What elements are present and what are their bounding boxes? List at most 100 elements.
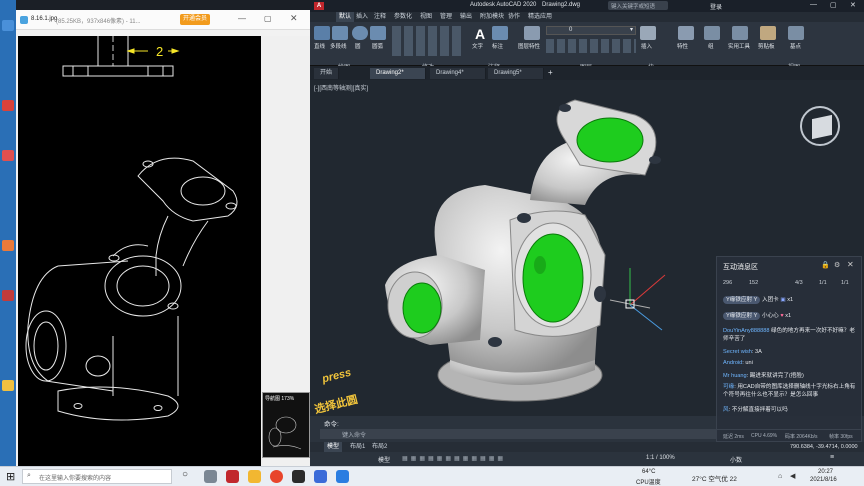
vip-button[interactable]: 开通会员 — [180, 14, 211, 25]
close-icon[interactable]: ✕ — [850, 1, 856, 9]
viewcube-compass[interactable] — [800, 106, 840, 146]
insert-block-icon[interactable] — [640, 26, 656, 40]
layer-dropdown[interactable]: 0 ▾ — [546, 26, 636, 35]
taskbar-app-icon[interactable] — [204, 470, 217, 483]
document-tab-bar: 开始 Drawing2* Drawing4* Drawing5* + — [310, 66, 864, 80]
taskbar-app-icon[interactable] — [336, 470, 349, 483]
circle-tool-label: 圆 — [355, 44, 361, 50]
search-box[interactable]: 键入关键字或短语 — [608, 1, 668, 10]
tab-parametric[interactable]: 参数化 — [394, 12, 412, 22]
layer-tools-icon[interactable] — [546, 39, 636, 53]
framerate: 帧率 30fps — [829, 434, 853, 440]
desktop-shortcut-icon[interactable] — [2, 20, 14, 31]
desktop-shortcut-icon[interactable] — [2, 100, 14, 111]
clock-date[interactable]: 2021/8/16 — [810, 477, 837, 483]
tab-featured[interactable]: 精选应用 — [528, 12, 552, 22]
modify-tools-icon[interactable] — [392, 26, 464, 56]
navigator-preview — [268, 416, 302, 450]
taskbar-autocad-icon[interactable] — [226, 470, 239, 483]
tab-manage[interactable]: 管理 — [440, 12, 452, 22]
close-icon[interactable]: ✕ — [847, 260, 854, 269]
autocad-logo-icon[interactable]: A — [314, 2, 324, 10]
minimize-icon[interactable]: — — [810, 1, 817, 8]
desktop-shortcut-icon[interactable] — [2, 380, 14, 391]
chat-message: Mr huang: 踢进来就讲完了(捂脸) — [723, 373, 804, 379]
viewer-app-icon — [20, 16, 28, 24]
tab-start[interactable]: 开始 — [314, 68, 340, 79]
lock-icon[interactable]: 🔒 — [821, 261, 830, 269]
taskbar-folder-icon[interactable] — [248, 470, 261, 483]
chat-user: Mr huang — [723, 373, 747, 379]
maximize-icon[interactable]: ▢ — [264, 14, 272, 23]
annotation-scale[interactable]: 1:1 / 100% — [646, 455, 675, 461]
app-title: Autodesk AutoCAD 2020 — [470, 2, 537, 8]
layout-tab-bar: 模型 布局1 布局2 — [310, 442, 864, 452]
taskbar-chrome-icon[interactable] — [270, 470, 283, 483]
login-link[interactable]: 登录 — [710, 2, 722, 11]
network-icon[interactable]: ⌂ — [778, 473, 782, 480]
tab-collaborate[interactable]: 协作 — [508, 12, 520, 22]
chat-message: 可缘: 用CAD自带的图库选择删轴线十字光标右上角有个符号再往什么也不显示？是怎… — [723, 384, 856, 398]
desktop-shortcut-icon[interactable] — [2, 290, 14, 301]
windows-taskbar: ⊞ ⌕ 在这里输入你要搜索的内容 ○ 64°C CPU温度 27°C 空气优 2… — [0, 466, 864, 486]
taskbar-app-icon[interactable] — [314, 470, 327, 483]
tab-model[interactable]: 模型 — [324, 442, 343, 452]
maximize-icon[interactable]: ▢ — [830, 1, 837, 9]
minimize-icon[interactable]: — — [238, 14, 246, 23]
clock-time[interactable]: 20:27 — [818, 469, 833, 475]
command-placeholder: 键入命令 — [342, 433, 367, 439]
taskbar-search[interactable]: ⌕ 在这里输入你要搜索的内容 — [22, 469, 172, 484]
viewcube-icon[interactable] — [812, 114, 832, 140]
text-tool-icon[interactable]: A — [472, 26, 488, 42]
chat-text: 踢进来就讲完了(捂脸) — [749, 373, 804, 379]
windows-start-icon[interactable]: ⊞ — [6, 470, 15, 483]
chat-user: 可缘 — [723, 384, 735, 390]
task-view-icon[interactable]: ○ — [182, 469, 188, 480]
chat-message: DouYinAny888888 绿色的地方再来一次好不好嘛？老师辛苦了 — [723, 327, 857, 343]
layer-properties-icon[interactable] — [524, 26, 540, 40]
base-point-icon[interactable] — [788, 26, 804, 40]
tab-drawing4[interactable]: Drawing4* — [430, 68, 486, 79]
tab-addins[interactable]: 附加模块 — [480, 12, 504, 22]
stat-four: 1/1 — [819, 280, 827, 286]
command-input[interactable]: 键入命令 — [320, 429, 720, 439]
line-tool-icon[interactable] — [314, 26, 330, 40]
tab-layout2[interactable]: 布局2 — [372, 442, 387, 452]
desktop-shortcut-icon[interactable] — [2, 150, 14, 161]
cpu-temperature: 64°C — [642, 469, 656, 475]
chat-text: 用CAD自带的图库选择删轴线十字光标右上角有个符号再往什么也不显示？是怎么回事 — [723, 384, 856, 398]
tab-view[interactable]: 视图 — [420, 12, 432, 22]
tab-annotate[interactable]: 注释 — [374, 12, 386, 22]
clipboard-icon[interactable] — [760, 26, 776, 40]
text-tool-label: 文字 — [472, 44, 484, 50]
search-icon: ⌕ — [27, 472, 31, 479]
group-icon[interactable] — [704, 26, 720, 40]
arc-tool-icon[interactable] — [370, 26, 386, 40]
stream-stats-bar: 延迟 2ms CPU 4.69% 码率 2064Kb/s 帧率 30fps — [717, 429, 861, 441]
gift-icon: ▣ — [780, 297, 786, 303]
utilities-icon[interactable] — [732, 26, 748, 40]
dimension-tool-icon[interactable] — [492, 26, 508, 40]
tab-insert[interactable]: 插入 — [356, 12, 368, 22]
tab-layout1[interactable]: 布局1 — [350, 442, 365, 452]
properties-icon[interactable] — [678, 26, 694, 40]
model-space-toggle[interactable]: 模型 — [378, 455, 390, 464]
circle-tool-icon[interactable] — [352, 26, 368, 40]
weather-widget[interactable]: 27°C 空气优 22 — [692, 473, 737, 483]
taskbar-app-icon[interactable] — [292, 470, 305, 483]
taskbar-search-placeholder: 在这里输入你要搜索的内容 — [39, 476, 112, 482]
polyline-tool-icon[interactable] — [332, 26, 348, 40]
tab-drawing2[interactable]: Drawing2* — [370, 68, 426, 79]
gear-icon[interactable]: ⚙ — [834, 261, 840, 269]
drafting-toggles-icon[interactable]: ▦▦▦▦▦▦▦▦▦▦▦▦ — [402, 455, 506, 462]
tab-output[interactable]: 输出 — [460, 12, 472, 22]
new-tab-icon[interactable]: + — [548, 68, 553, 77]
tab-default[interactable]: 默认 — [336, 12, 355, 22]
volume-icon[interactable]: ◀ — [790, 472, 795, 480]
navigator-thumbnail[interactable]: 导航图 173% — [262, 392, 310, 458]
menu-icon[interactable]: ≡ — [830, 454, 834, 461]
desktop-shortcut-icon[interactable] — [2, 240, 14, 251]
tab-drawing5[interactable]: Drawing5* — [488, 68, 544, 79]
units-display[interactable]: 小数 — [730, 455, 742, 464]
close-icon[interactable]: ✕ — [290, 13, 298, 24]
